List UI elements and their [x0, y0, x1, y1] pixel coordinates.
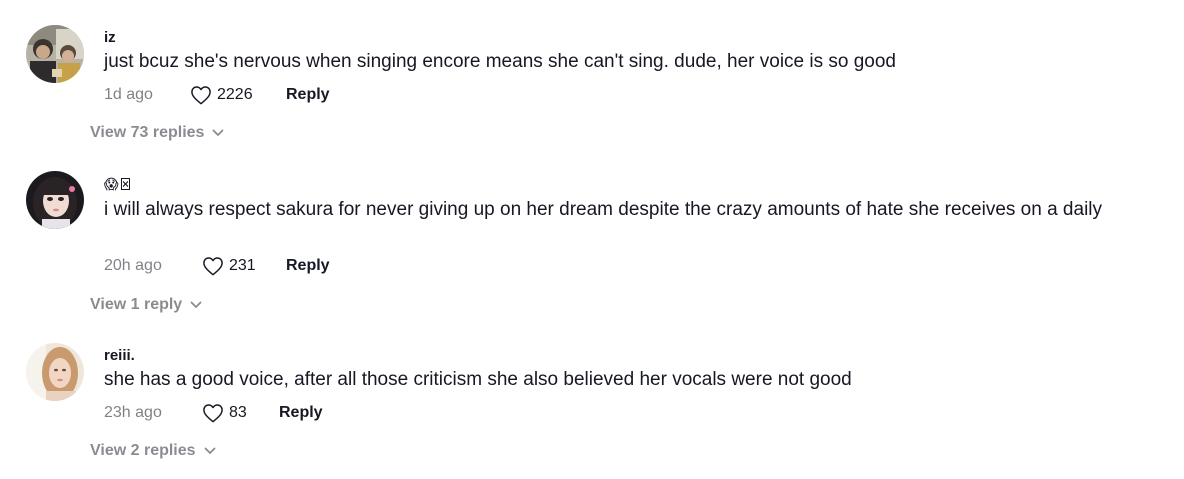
- view-replies-button[interactable]: View 1 reply: [90, 296, 202, 314]
- comment-text: i will always respect sakura for never g…: [104, 199, 1103, 220]
- like-count: 2226: [217, 86, 253, 103]
- avatar[interactable]: [26, 171, 84, 229]
- reply-button[interactable]: Reply: [279, 404, 323, 422]
- comment-time: 23h ago: [104, 404, 162, 421]
- view-replies-label: View 1 reply: [90, 296, 183, 313]
- reply-button[interactable]: Reply: [286, 86, 330, 104]
- comment-time: 20h ago: [104, 257, 162, 274]
- comment-text: she has a good voice, after all those cr…: [104, 369, 852, 390]
- comment-list: iz just bcuz she's nervous when singing …: [0, 0, 1184, 479]
- chevron-down-icon: [182, 301, 202, 309]
- view-replies-label: View 2 replies: [90, 442, 196, 459]
- view-replies-button[interactable]: View 2 replies: [90, 442, 216, 460]
- like-count: 83: [229, 404, 247, 421]
- heart-outline-icon: [190, 85, 217, 105]
- comment-username[interactable]: 😱: [104, 175, 130, 193]
- comment-username[interactable]: reiii.: [104, 347, 135, 365]
- comment-meta: 20h ago 231 Reply: [104, 254, 330, 278]
- chevron-down-icon: [204, 129, 224, 137]
- comment-time: 1d ago: [104, 86, 153, 103]
- view-replies-button[interactable]: View 73 replies: [90, 124, 224, 142]
- comment-text: just bcuz she's nervous when singing enc…: [104, 51, 896, 72]
- reply-button[interactable]: Reply: [286, 257, 330, 275]
- like-count: 231: [229, 257, 256, 274]
- avatar[interactable]: [26, 343, 84, 401]
- missing-glyph-icon: [120, 178, 130, 190]
- like-button[interactable]: 2226: [190, 85, 286, 105]
- comment-meta: 23h ago 83 Reply: [104, 401, 323, 425]
- heart-outline-icon: [202, 403, 229, 423]
- chevron-down-icon: [196, 447, 216, 455]
- avatar[interactable]: [26, 25, 84, 83]
- like-button[interactable]: 231: [202, 256, 286, 276]
- comment-meta: 1d ago 2226 Reply: [104, 83, 330, 107]
- comment-username[interactable]: iz: [104, 29, 116, 47]
- heart-outline-icon: [202, 256, 229, 276]
- like-button[interactable]: 83: [202, 403, 279, 423]
- username-emoji: 😱: [104, 176, 119, 192]
- view-replies-label: View 73 replies: [90, 124, 205, 141]
